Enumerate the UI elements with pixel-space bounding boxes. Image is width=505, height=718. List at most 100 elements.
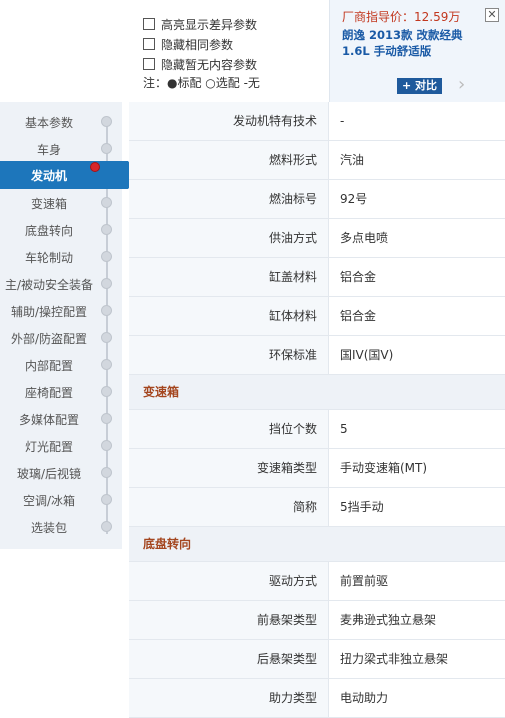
section-header-gearbox: 变速箱	[129, 375, 505, 410]
spec-value: 铝合金	[340, 270, 377, 284]
sidebar-item[interactable]: 发动机	[0, 161, 140, 189]
nav-dot-icon	[101, 305, 112, 316]
close-icon[interactable]: ✕	[485, 8, 499, 22]
sidebar-item-label: 内部配置	[24, 359, 73, 373]
spec-value: 前置前驱	[340, 574, 389, 588]
spec-row: 前悬架类型 麦弗逊式独立悬架	[129, 601, 505, 640]
sidebar-item-label: 选装包	[30, 521, 67, 535]
spec-key: 简称	[129, 488, 329, 526]
spec-key: 燃油标号	[129, 180, 329, 218]
sidebar-item-label: 外部/防盗配置	[10, 332, 88, 346]
sidebar-nav: 基本参数车身发动机 变速箱底盘转向车轮制动主/被动安全装备辅助/操控配置外部/防盗…	[0, 102, 140, 549]
sidebar-item[interactable]: 内部配置	[0, 351, 122, 378]
sidebar-item[interactable]: 底盘转向	[0, 216, 122, 243]
spec-value: 5	[340, 422, 348, 436]
sidebar-item-label: 底盘转向	[24, 224, 73, 238]
option-label: 高亮显示差异参数	[161, 17, 258, 32]
spec-row: 发动机特有技术 -	[129, 102, 505, 141]
nav-dot-icon	[101, 359, 112, 370]
spec-value: 手动变速箱(MT)	[340, 461, 428, 475]
spec-key: 变速箱类型	[129, 449, 329, 487]
sidebar-item[interactable]: 灯光配置	[0, 432, 122, 459]
spec-value: 铝合金	[340, 309, 377, 323]
spec-row: 燃料形式 汽油	[129, 141, 505, 180]
spec-key: 燃料形式	[129, 141, 329, 179]
sidebar-item[interactable]: 空调/冰箱	[0, 486, 122, 513]
price: 厂商指导价：12.59万	[342, 10, 461, 24]
spec-key: 缸盖材料	[129, 258, 329, 296]
spec-value: 5挡手动	[340, 500, 384, 514]
spec-key: 缸体材料	[129, 297, 329, 335]
sidebar-item[interactable]: 车轮制动	[0, 243, 122, 270]
spec-value: 麦弗逊式独立悬架	[340, 613, 437, 627]
spec-key: 后悬架类型	[129, 640, 329, 678]
checkbox[interactable]	[143, 58, 155, 70]
spec-row: 后悬架类型 扭力梁式非独立悬架	[129, 640, 505, 679]
sidebar-item[interactable]: 选装包	[0, 513, 122, 540]
nav-dot-icon	[101, 413, 112, 424]
spec-row: 燃油标号 92号	[129, 180, 505, 219]
sidebar-item[interactable]: 多媒体配置	[0, 405, 122, 432]
car-model-link[interactable]: 朗逸 2013款 改款经典 1.6L 手动舒适版	[342, 27, 492, 59]
option-highlight-diff[interactable]: 高亮显示差异参数	[143, 14, 329, 34]
sidebar-item-label: 主/被动安全装备	[4, 278, 94, 292]
spec-row: 驱动方式 前置前驱	[129, 562, 505, 601]
nav-dot-icon	[101, 521, 112, 532]
spec-row: 缸盖材料 铝合金	[129, 258, 505, 297]
spec-value: 汽油	[340, 153, 365, 167]
nav-dot-icon	[101, 251, 112, 262]
spec-key: 环保标准	[129, 336, 329, 374]
car-header: 厂商指导价：12.59万 ✕ 朗逸 2013款 改款经典 1.6L 手动舒适版 …	[329, 0, 505, 102]
nav-dot-icon	[101, 278, 112, 289]
option-hide-same[interactable]: 隐藏相同参数	[143, 34, 329, 54]
spec-value: 多点电喷	[340, 231, 389, 245]
spec-key: 驱动方式	[129, 562, 329, 600]
sidebar-item[interactable]: 车身	[0, 135, 122, 162]
nav-dot-icon	[101, 467, 112, 478]
sidebar-item[interactable]: 座椅配置	[0, 378, 122, 405]
sidebar-item-label: 空调/冰箱	[22, 494, 76, 508]
display-options: 高亮显示差异参数 隐藏相同参数 隐藏暂无内容参数	[143, 14, 329, 74]
sidebar-item-label: 车轮制动	[24, 251, 73, 265]
sidebar-item[interactable]: 变速箱	[0, 189, 122, 216]
nav-dot-icon	[101, 116, 112, 127]
spec-row: 变速箱类型 手动变速箱(MT)	[129, 449, 505, 488]
nav-dot-icon	[101, 386, 112, 397]
chevron-right-icon[interactable]: ›	[458, 74, 465, 95]
spec-row: 环保标准 国IV(国V)	[129, 336, 505, 375]
compare-button[interactable]: + 对比	[397, 78, 442, 94]
sidebar-item-label: 灯光配置	[24, 440, 73, 454]
nav-dot-icon	[101, 224, 112, 235]
spec-value: 92号	[340, 192, 368, 206]
sidebar-item[interactable]: 主/被动安全装备	[0, 270, 122, 297]
active-marker-icon	[90, 162, 100, 172]
option-label: 隐藏暂无内容参数	[161, 57, 258, 72]
spec-key: 前悬架类型	[129, 601, 329, 639]
spec-row: 供油方式 多点电喷	[129, 219, 505, 258]
sidebar-item[interactable]: 外部/防盗配置	[0, 324, 122, 351]
nav-dot-icon	[101, 143, 112, 154]
sidebar-item-label: 车身	[36, 143, 61, 157]
spec-row: 缸体材料 铝合金	[129, 297, 505, 336]
sidebar-item[interactable]: 基本参数	[0, 108, 122, 135]
option-hide-empty[interactable]: 隐藏暂无内容参数	[143, 54, 329, 74]
sidebar-item-label: 玻璃/后视镜	[16, 467, 82, 481]
option-label: 隐藏相同参数	[161, 37, 234, 52]
spec-key: 挡位个数	[129, 410, 329, 448]
spec-value: 扭力梁式非独立悬架	[340, 652, 449, 666]
spec-value: 国IV(国V)	[340, 348, 394, 362]
spec-row: 简称 5挡手动	[129, 488, 505, 527]
section-header-chassis: 底盘转向	[129, 527, 505, 562]
sidebar-item[interactable]: 辅助/操控配置	[0, 297, 122, 324]
spec-key: 供油方式	[129, 219, 329, 257]
spec-row: 助力类型 电动助力	[129, 679, 505, 718]
sidebar-item[interactable]: 玻璃/后视镜	[0, 459, 122, 486]
nav-dot-icon	[101, 440, 112, 451]
nav-dot-icon	[101, 332, 112, 343]
nav-dot-icon	[101, 197, 112, 208]
checkbox[interactable]	[143, 38, 155, 50]
spec-value: -	[340, 114, 345, 128]
nav-dot-icon	[101, 494, 112, 505]
checkbox[interactable]	[143, 18, 155, 30]
sidebar-item-label: 多媒体配置	[18, 413, 79, 427]
